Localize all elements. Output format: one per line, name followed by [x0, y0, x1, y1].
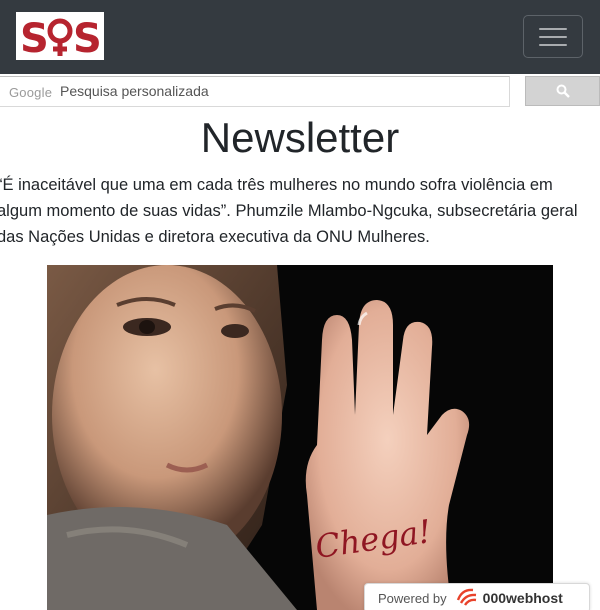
campaign-photo: Chega!: [47, 265, 553, 610]
svg-text:S: S: [20, 16, 49, 58]
page-title: Newsletter: [200, 114, 400, 161]
google-watermark: Google: [9, 85, 53, 100]
powered-by-label: Powered by: [378, 590, 447, 606]
sos-logo-mark: S S: [20, 16, 102, 58]
hamburger-icon-line: [539, 27, 567, 30]
google-custom-search: Google Pesquisa personalizada: [0, 74, 600, 110]
svg-text:S: S: [73, 16, 102, 58]
sos-logo[interactable]: S S: [16, 12, 104, 60]
woman-raised-hand-illustration: [47, 265, 553, 610]
search-input[interactable]: Google Pesquisa personalizada: [0, 76, 510, 107]
search-placeholder: Pesquisa personalizada: [60, 83, 209, 99]
hosting-badge[interactable]: Powered by 000webhost: [364, 583, 590, 610]
host-name: 000webhost: [482, 590, 563, 606]
hamburger-menu-button[interactable]: [523, 15, 583, 58]
search-icon: [556, 84, 570, 98]
000webhost-logo-icon: [455, 586, 479, 610]
hamburger-icon-line: [539, 43, 567, 46]
top-navbar: S S: [0, 0, 600, 74]
search-button[interactable]: [525, 76, 600, 106]
hamburger-icon-line: [539, 35, 567, 38]
newsletter-quote: “É inaceitável que uma em cada três mulh…: [0, 176, 578, 246]
